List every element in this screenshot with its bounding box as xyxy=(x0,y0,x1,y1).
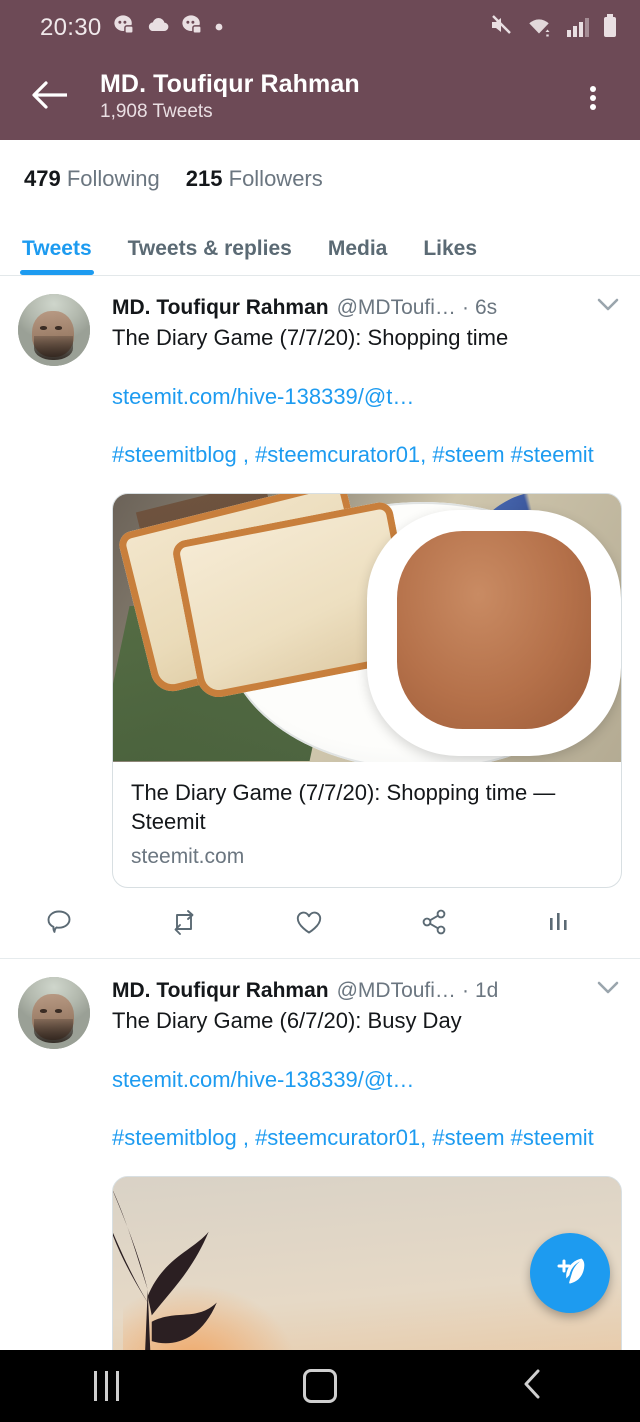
messenger-icon xyxy=(181,14,203,41)
tweet-item[interactable]: MD. Toufiqur Rahman @MDToufi… · 6s The D… xyxy=(0,276,640,959)
tweet-meta: MD. Toufiqur Rahman @MDToufi… · 1d xyxy=(112,977,622,1004)
tweet-feed[interactable]: MD. Toufiqur Rahman @MDToufi… · 6s The D… xyxy=(0,276,640,1351)
followers-count: 215 xyxy=(185,166,223,191)
tweet-header: MD. Toufiqur Rahman @MDToufi… · 6s The D… xyxy=(18,294,626,888)
status-bar-left: 20:30 xyxy=(40,14,224,42)
tweet-author-handle[interactable]: @MDToufi… xyxy=(337,978,456,1004)
tweet-count: 1,908 Tweets xyxy=(100,101,213,123)
tweet-hashtags[interactable]: #steemitblog , #steemcurator01, #steem #… xyxy=(112,1120,622,1155)
tweet-meta: MD. Toufiqur Rahman @MDToufi… · 6s xyxy=(112,294,622,321)
compose-feather-icon xyxy=(548,1249,592,1298)
tweet-author-name[interactable]: MD. Toufiqur Rahman xyxy=(112,295,329,321)
retweet-button[interactable] xyxy=(161,904,207,944)
signal-icon xyxy=(566,16,590,43)
like-button[interactable] xyxy=(286,904,332,944)
reply-icon xyxy=(44,907,74,942)
following-label: Following xyxy=(66,166,160,191)
recents-button[interactable] xyxy=(47,1350,167,1422)
page-title: MD. Toufiqur Rahman xyxy=(100,70,360,99)
android-nav-bar xyxy=(0,1350,640,1422)
tweet-timestamp: 1d xyxy=(474,978,499,1002)
tweet-link[interactable]: steemit.com/hive-138339/@t… xyxy=(112,383,622,412)
analytics-button[interactable] xyxy=(536,904,582,944)
meta-separator: · xyxy=(461,295,469,319)
share-icon xyxy=(419,907,449,942)
dot-icon xyxy=(214,19,224,37)
profile-stats: 479 Following 215 Followers xyxy=(0,140,640,214)
cloud-icon xyxy=(146,16,170,39)
home-icon xyxy=(302,1369,337,1403)
back-button[interactable] xyxy=(22,70,78,126)
following-count: 479 xyxy=(24,166,61,191)
tab-tweets-replies[interactable]: Tweets & replies xyxy=(128,237,292,275)
reply-button[interactable] xyxy=(36,904,82,944)
home-button[interactable] xyxy=(260,1350,380,1422)
retweet-icon xyxy=(168,907,200,942)
mute-icon xyxy=(488,12,514,43)
followers-label: Followers xyxy=(228,166,323,191)
nav-back-button[interactable] xyxy=(473,1350,593,1422)
tweet-body: MD. Toufiqur Rahman @MDToufi… · 6s The D… xyxy=(90,294,626,888)
following-stat[interactable]: 479 Following xyxy=(24,166,160,192)
tweet-text: The Diary Game (7/7/20): Shopping time xyxy=(112,325,509,351)
share-button[interactable] xyxy=(411,904,457,944)
wifi-icon xyxy=(526,14,554,43)
profile-tabs: Tweets Tweets & replies Media Likes xyxy=(0,214,640,276)
status-bar: 20:30 xyxy=(0,0,640,55)
link-preview-card[interactable]: The Diary Game (7/7/20): Shopping time —… xyxy=(112,492,622,888)
avatar[interactable] xyxy=(18,294,90,366)
link-preview-domain: steemit.com xyxy=(131,845,245,868)
tab-tweets[interactable]: Tweets xyxy=(20,237,94,275)
status-bar-right xyxy=(488,12,618,43)
tree-silhouette-icon xyxy=(113,1190,217,1351)
tweet-header: MD. Toufiqur Rahman @MDToufi… · 1d The D… xyxy=(18,977,626,1351)
chevron-down-icon[interactable] xyxy=(584,294,622,321)
compose-tweet-button[interactable] xyxy=(530,1233,610,1313)
tab-media[interactable]: Media xyxy=(328,237,388,275)
tweet-author-name[interactable]: MD. Toufiqur Rahman xyxy=(112,978,329,1004)
app-bar-titles: MD. Toufiqur Rahman 1,908 Tweets xyxy=(78,70,570,124)
link-preview-image xyxy=(113,493,621,762)
overflow-menu-button[interactable] xyxy=(570,70,616,126)
messenger-icon xyxy=(113,14,135,41)
tweet-author-handle[interactable]: @MDToufi… xyxy=(337,295,456,321)
tweet-timestamp: 6s xyxy=(474,295,498,319)
chevron-down-icon[interactable] xyxy=(584,977,622,1004)
recents-icon xyxy=(94,1371,120,1401)
tweet-actions xyxy=(18,888,626,958)
tab-likes[interactable]: Likes xyxy=(423,237,477,275)
tweet-hashtags[interactable]: #steemitblog , #steemcurator01, #steem #… xyxy=(112,437,622,472)
tweet-link[interactable]: steemit.com/hive-138339/@t… xyxy=(112,1066,622,1095)
like-icon xyxy=(294,908,324,941)
meta-separator: · xyxy=(461,978,469,1002)
analytics-icon xyxy=(546,908,572,941)
nav-back-icon xyxy=(520,1367,546,1406)
app-bar: MD. Toufiqur Rahman 1,908 Tweets xyxy=(0,55,640,140)
more-vertical-icon xyxy=(590,83,596,113)
avatar[interactable] xyxy=(18,977,90,1049)
back-arrow-icon xyxy=(29,78,71,117)
status-clock: 20:30 xyxy=(40,13,102,41)
battery-icon xyxy=(602,14,618,43)
tweet-text: The Diary Game (6/7/20): Busy Day xyxy=(112,1008,462,1034)
followers-stat[interactable]: 215 Followers xyxy=(186,166,323,192)
link-preview-title: The Diary Game (7/7/20): Shopping time —… xyxy=(131,779,556,835)
link-preview-body: The Diary Game (7/7/20): Shopping time —… xyxy=(113,762,621,887)
